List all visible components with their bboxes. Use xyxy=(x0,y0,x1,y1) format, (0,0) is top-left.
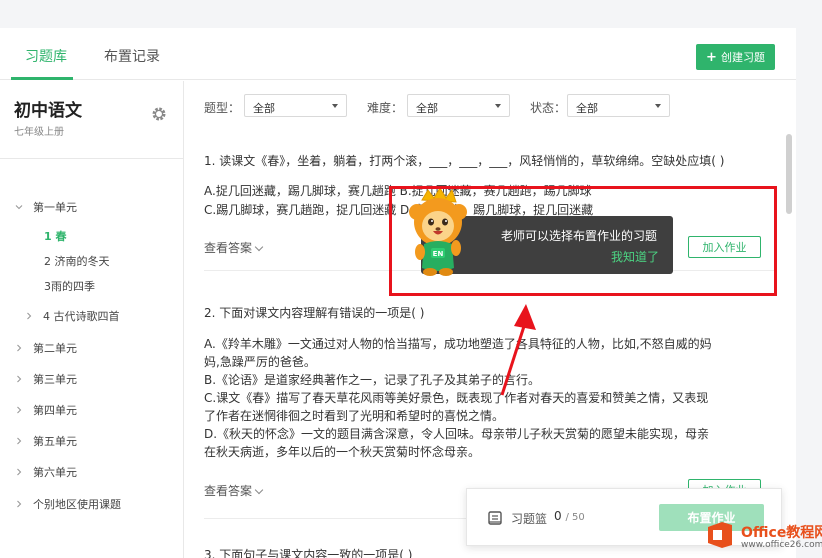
filter-difficulty-label: 难度： xyxy=(367,101,404,115)
chevron-down-icon xyxy=(254,242,264,252)
view-answer-toggle[interactable]: 查看答案 xyxy=(204,239,264,256)
sidebar-item-label: 第一单元 xyxy=(33,201,77,214)
chevron-right-icon xyxy=(17,406,22,414)
question-stem: 1. 读课文《春》，坐着，躺着，打两个滚，___，___，___，风轻悄悄的，草… xyxy=(204,154,725,168)
scrollbar-thumb[interactable] xyxy=(786,134,792,214)
question-option: B.《论语》是道家经典著作之一，记录了孔子及其弟子的言行。 xyxy=(204,373,541,387)
filter-difficulty-select[interactable]: 全部 xyxy=(407,94,510,117)
create-question-button[interactable]: + 创建习题 xyxy=(696,44,775,70)
tab-bar: 习题库 布置记录 + 创建习题 xyxy=(0,28,796,80)
sidebar-item-label: 2 济南的冬天 xyxy=(44,255,110,268)
caret-down-icon xyxy=(495,104,501,108)
sidebar-item-regional[interactable]: 个别地区使用课题 xyxy=(14,496,121,512)
view-answer-toggle[interactable]: 查看答案 xyxy=(204,482,264,499)
sidebar-item-label: 第二单元 xyxy=(33,342,77,355)
basket-count-total: / 50 xyxy=(565,512,585,523)
sidebar-item-label: 3雨的四季 xyxy=(44,280,95,293)
question-option: 在秋天病逝，多年以后的一个秋天赏菊时怀念母亲。 xyxy=(204,445,481,459)
filter-status-label: 状态： xyxy=(530,101,567,115)
chevron-right-icon xyxy=(27,312,32,320)
watermark-title: Office教程网 xyxy=(741,525,822,541)
sidebar-item-label: 第三单元 xyxy=(33,373,77,386)
question-stem: 3. 下面句子与课文内容一致的一项是( ) xyxy=(204,548,413,558)
question-option: A.《羚羊木雕》一文通过对人物的恰当描写，成功地塑造了各具特征的人物，比如,不怒… xyxy=(204,337,712,351)
sidebar-item-unit3[interactable]: 第三单元 xyxy=(14,371,77,387)
sidebar-item-unit1[interactable]: 第一单元 xyxy=(14,199,77,215)
tab-assign-records[interactable]: 布置记录 xyxy=(104,46,160,66)
basket-label: 习题篮 xyxy=(511,512,548,526)
filter-status-select[interactable]: 全部 xyxy=(567,94,670,117)
filter-status-value: 全部 xyxy=(576,102,598,115)
filter-type-select[interactable]: 全部 xyxy=(244,94,347,117)
chevron-right-icon xyxy=(17,344,22,352)
question-stem: 2. 下面对课文内容理解有错误的一项是( ) xyxy=(204,306,425,320)
view-answer-label: 查看答案 xyxy=(204,241,253,255)
sidebar-item-label: 4 古代诗歌四首 xyxy=(43,310,120,323)
sidebar-item-label: 第五单元 xyxy=(33,435,77,448)
chevron-down-icon xyxy=(15,205,23,210)
basket-icon[interactable] xyxy=(487,510,503,526)
create-question-label: 创建习题 xyxy=(720,51,765,64)
caret-down-icon xyxy=(655,104,661,108)
filter-difficulty-value: 全部 xyxy=(416,102,438,115)
watermark-logo: Office教程网 www.office26.com xyxy=(705,520,822,554)
chevron-right-icon xyxy=(17,437,22,445)
sidebar-item-label: 第六单元 xyxy=(33,466,77,479)
book-title: 初中语文 xyxy=(14,101,82,121)
question-option: D.《秋天的怀念》一文的题目满含深意，令人回味。母亲带儿子秋天赏菊的愿望未能实现… xyxy=(204,427,710,441)
red-arrow-icon xyxy=(500,304,536,396)
sidebar-item-lesson-2[interactable]: 2 济南的冬天 xyxy=(44,253,110,269)
sidebar-item-unit5[interactable]: 第五单元 xyxy=(14,433,77,449)
book-subtitle: 七年级上册 xyxy=(14,127,64,138)
filter-type-value: 全部 xyxy=(253,102,275,115)
sidebar-item-lesson-4[interactable]: 4 古代诗歌四首 xyxy=(24,308,120,324)
sidebar-item-label: 第四单元 xyxy=(33,404,77,417)
gear-icon[interactable] xyxy=(151,106,167,122)
tab-question-bank[interactable]: 习题库 xyxy=(25,46,67,66)
sidebar-item-unit2[interactable]: 第二单元 xyxy=(14,340,77,356)
plus-icon: + xyxy=(706,49,717,65)
basket-count-value: 0 xyxy=(554,509,562,523)
chevron-right-icon xyxy=(17,375,22,383)
question-option: C.课文《春》描写了春天草花风雨等美好景色，既表现了作者对春天的喜爱和赞美之情，… xyxy=(204,391,709,405)
office-logo-icon xyxy=(708,522,732,548)
sidebar-item-label: 个别地区使用课题 xyxy=(33,498,121,511)
chevron-right-icon xyxy=(17,468,22,476)
view-answer-label: 查看答案 xyxy=(204,484,253,498)
question-option: 妈,急躁严厉的爸爸。 xyxy=(204,355,316,369)
sidebar-item-lesson-3[interactable]: 3雨的四季 xyxy=(44,278,95,294)
caret-down-icon xyxy=(332,104,338,108)
sidebar-divider xyxy=(0,158,184,159)
sidebar-item-unit6[interactable]: 第六单元 xyxy=(14,464,77,480)
active-tab-indicator xyxy=(11,77,73,80)
highlight-box xyxy=(389,186,777,296)
filter-type-label: 题型： xyxy=(204,101,241,115)
basket-count: 0 / 50 xyxy=(554,509,585,523)
watermark-url: www.office26.com xyxy=(741,540,822,550)
chevron-down-icon xyxy=(254,485,264,495)
sidebar-item-label: 1 春 xyxy=(44,230,67,243)
sidebar: 初中语文 七年级上册 第一单元 1 春 2 济南的冬天 3雨的四季 4 古代诗歌… xyxy=(0,81,184,558)
question-option: 了作者在迷惘徘徊之时看到了光明和希望时的喜悦之情。 xyxy=(204,409,505,423)
sidebar-item-lesson-1[interactable]: 1 春 xyxy=(44,228,66,244)
chevron-right-icon xyxy=(17,500,22,508)
sidebar-item-unit4[interactable]: 第四单元 xyxy=(14,402,77,418)
